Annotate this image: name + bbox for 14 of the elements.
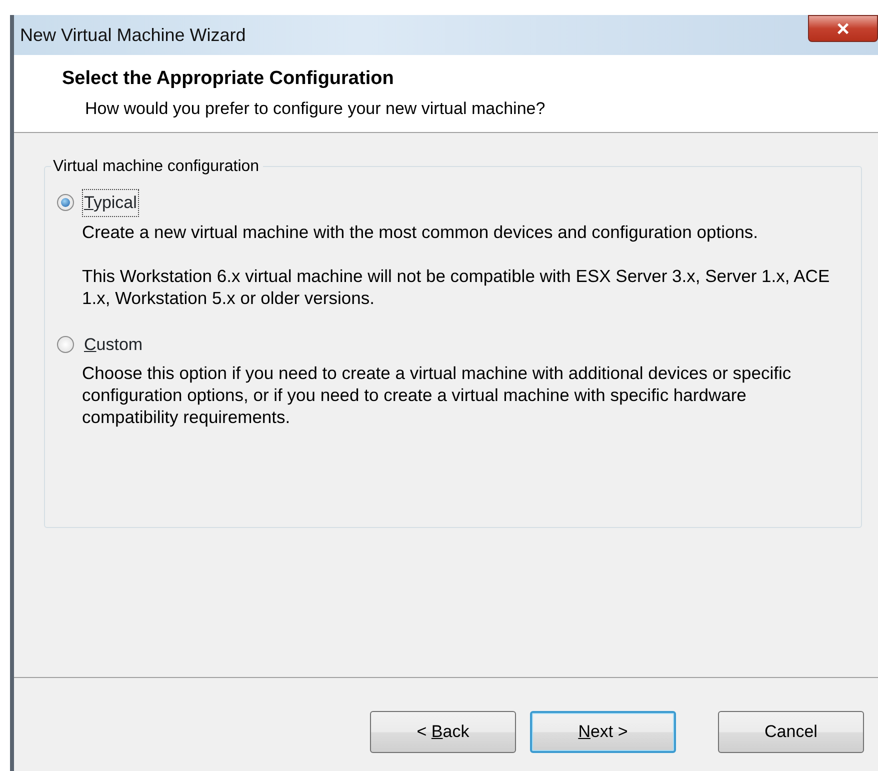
wizard-button[interactable]: Cancel [718, 710, 864, 752]
radio-button[interactable] [57, 194, 74, 212]
window-title: New Virtual Machine Wizard [20, 24, 246, 46]
option-description: This Workstation 6.x virtual machine will not be compatible with ESX Server 3.x, Server 1.x, ACE 1.x, Workstation 5.x or older versions. [82, 264, 831, 308]
radio-label[interactable]: Custom [82, 330, 145, 358]
wizard-button[interactable]: < Back [370, 710, 516, 752]
page-title: Select the Appropriate Configuration [62, 67, 395, 91]
page-subtitle: How would you prefer to configure your new virtual machine? [84, 98, 546, 120]
radio-label[interactable]: Typical [82, 189, 139, 216]
option-description: Create a new virtual machine with the most common devices and configuration options. [82, 220, 760, 242]
radio-button[interactable] [57, 336, 74, 353]
wizard-button[interactable]: Next > [530, 710, 676, 752]
close-button[interactable]: × [808, 15, 878, 42]
option-description: Choose this option if you need to create a virtual machine with additional devices or specific configuration options, or if you need to create a virtual machine with specific hardware compatibility requirements. [82, 362, 792, 428]
